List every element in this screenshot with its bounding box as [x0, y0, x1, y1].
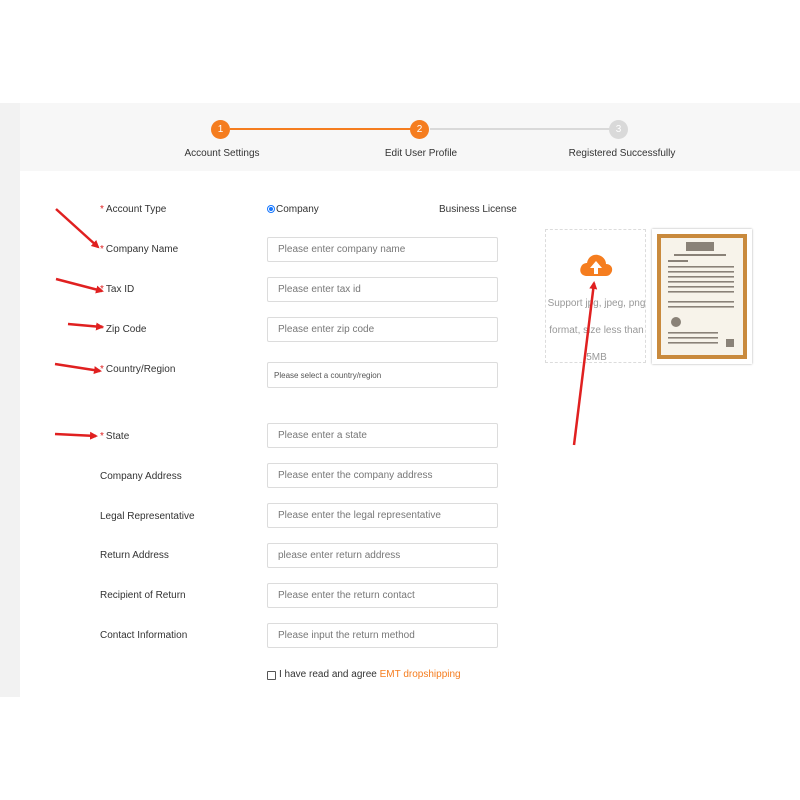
required-mark: * — [100, 204, 104, 215]
step-connector-1 — [230, 128, 420, 130]
step-1-circle: 1 — [211, 120, 230, 139]
cloud-upload-icon — [580, 254, 613, 276]
business-license-sample — [652, 229, 752, 364]
business-license-upload[interactable]: Support jpg, jpeg, png format, size less… — [545, 229, 646, 363]
terms-link[interactable]: EMT dropshipping — [380, 669, 461, 680]
zip-code-label: * Zip Code — [100, 324, 147, 335]
left-gutter — [0, 103, 20, 697]
step-3-circle: 3 — [609, 120, 628, 139]
agreement-text: I have read and agree EMT dropshipping — [279, 669, 461, 680]
contact-information-label: Contact Information — [100, 630, 188, 641]
company-name-input[interactable] — [267, 237, 498, 262]
company-radio[interactable] — [267, 205, 275, 213]
recipient-of-return-label: Recipient of Return — [100, 590, 186, 601]
legal-representative-label: Legal Representative — [100, 511, 195, 522]
company-name-label: * Company Name — [100, 244, 179, 255]
progress-stepper: 1 2 3 Account Settings Edit User Profile… — [20, 103, 800, 171]
required-mark: * — [100, 284, 104, 295]
business-license-label: Business License — [439, 204, 517, 215]
registration-panel: 1 2 3 Account Settings Edit User Profile… — [0, 103, 800, 697]
country-region-label: * Country/Region — [100, 364, 176, 375]
upload-hint: Support jpg, jpeg, png format, size less… — [547, 298, 646, 363]
zip-code-input[interactable] — [267, 317, 498, 342]
step-1-label: Account Settings — [184, 148, 260, 159]
required-mark: * — [100, 324, 104, 335]
step-2-circle: 2 — [410, 120, 429, 139]
tax-id-input[interactable] — [267, 277, 498, 302]
company-address-input[interactable] — [267, 463, 498, 488]
country-region-select[interactable]: Please select a country/region — [267, 362, 498, 388]
return-address-label: Return Address — [100, 550, 169, 561]
step-3-label: Registered Successfully — [568, 148, 676, 159]
state-input[interactable] — [267, 423, 498, 448]
return-address-input[interactable] — [267, 543, 498, 568]
step-connector-2 — [430, 128, 620, 130]
license-document-image — [657, 234, 747, 359]
company-radio-label[interactable]: Company — [276, 204, 319, 215]
state-label: * State — [100, 431, 130, 442]
contact-information-input[interactable] — [267, 623, 498, 648]
tax-id-label: * Tax ID — [100, 284, 135, 295]
recipient-of-return-input[interactable] — [267, 583, 498, 608]
required-mark: * — [100, 244, 104, 255]
company-address-label: Company Address — [100, 471, 182, 482]
step-2-label: Edit User Profile — [384, 148, 458, 159]
required-mark: * — [100, 431, 104, 442]
legal-representative-input[interactable] — [267, 503, 498, 528]
agree-checkbox[interactable] — [267, 671, 276, 680]
required-mark: * — [100, 364, 104, 375]
account-type-label: * Account Type — [100, 204, 167, 215]
